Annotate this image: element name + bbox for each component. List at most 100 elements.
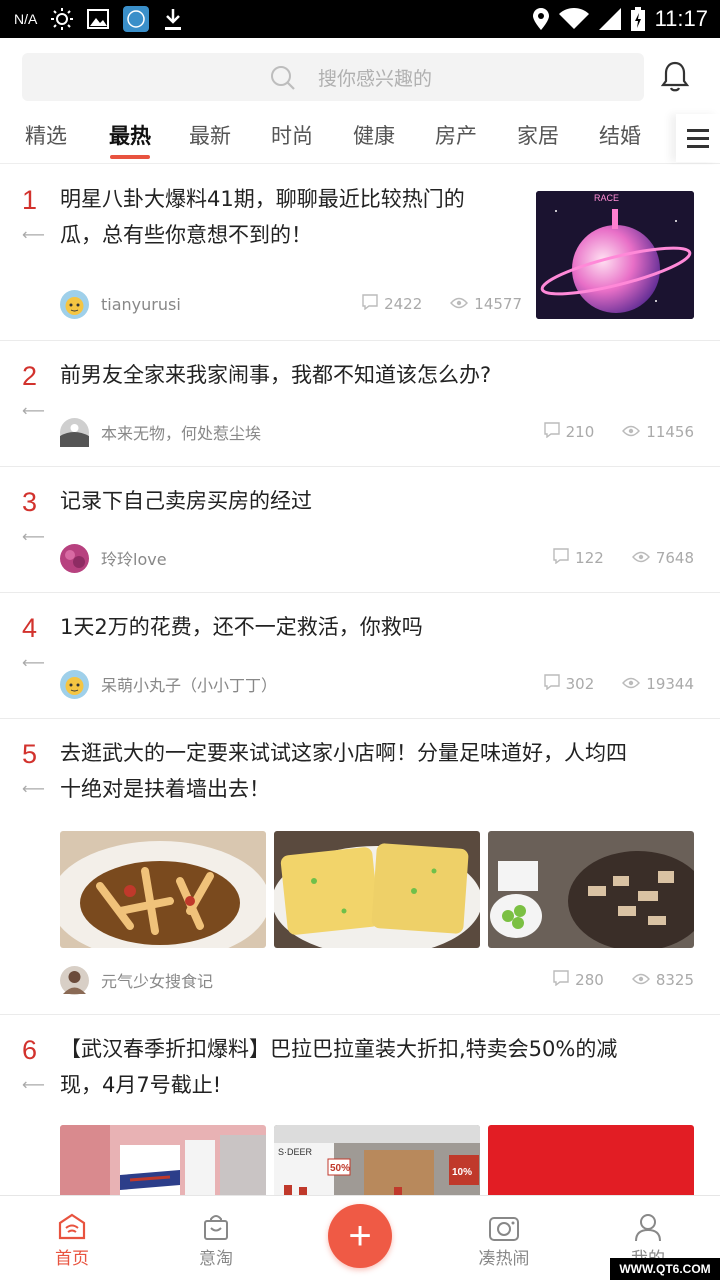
- post-title: 去逛武大的一定要来试试这家小店啊！分量足味道好，人均四 十绝对是扶着墙出去！: [60, 735, 700, 807]
- author-info[interactable]: 本来无物，何处惹尘埃: [60, 417, 261, 447]
- nav-yitao[interactable]: 意淘: [166, 1210, 266, 1269]
- rank-number: 5: [22, 739, 38, 769]
- tab-fangchan[interactable]: 房产: [420, 120, 492, 160]
- wifi-icon: [558, 8, 589, 30]
- view-count: 11456: [646, 423, 694, 441]
- feed-item-5[interactable]: 5 ⟵ 去逛武大的一定要来试试这家小店啊！分量足味道好，人均四 十绝对是扶着墙出…: [0, 719, 720, 1015]
- comment-icon: [553, 548, 569, 568]
- tab-zuixin[interactable]: 最新: [174, 120, 246, 160]
- nav-label: 凑热闹: [478, 1249, 530, 1269]
- feed-item-1[interactable]: 1 ⟵ 明星八卦大爆料41期，聊聊最近比较热门的 瓜，总有些你意想不到的！ ti…: [0, 165, 720, 341]
- rank-number: 1: [22, 185, 38, 215]
- nav-label: 意淘: [199, 1249, 233, 1269]
- brightness-icon: [51, 8, 74, 30]
- tab-jiehun[interactable]: 结婚: [584, 120, 656, 160]
- post-stats: 2422 14577: [362, 289, 522, 319]
- gallery-icon: [87, 9, 110, 29]
- comment-icon: [553, 970, 569, 990]
- thumbnail-text: RACE: [594, 193, 619, 203]
- eye-icon: [450, 295, 469, 313]
- nav-courenao[interactable]: 凑热闹: [454, 1210, 554, 1269]
- search-header: 搜你感兴趣的: [0, 38, 720, 114]
- left-arrow-icon: ⟵: [22, 653, 45, 672]
- feed-item-2[interactable]: 2 ⟵ 前男友全家来我家闹事，我都不知道该怎么办? 本来无物，何处惹尘埃 210…: [0, 341, 720, 467]
- store-sign-text: S·DEER: [278, 1147, 313, 1157]
- avatar: [60, 965, 89, 995]
- title-line: 1天2万的花费，还不一定救活，你救吗: [60, 615, 423, 639]
- tab-jiankang[interactable]: 健康: [338, 120, 410, 160]
- author-name: 本来无物，何处惹尘埃: [101, 424, 262, 443]
- feed-item-6[interactable]: 6 ⟵ 【武汉春季折扣爆料】巴拉巴拉童装大折扣,特卖会50%的减 现，4月7号截…: [0, 1015, 720, 1195]
- left-arrow-icon: ⟵: [22, 527, 45, 546]
- status-bar: N/A 11:17: [0, 0, 720, 38]
- left-arrow-icon: ⟵: [22, 225, 45, 244]
- rank-number: 4: [22, 613, 38, 643]
- post-title: 【武汉春季折扣爆料】巴拉巴拉童装大折扣,特卖会50%的减 现，4月7号截止!: [60, 1031, 700, 1103]
- left-arrow-icon: ⟵: [22, 401, 45, 420]
- post-image[interactable]: S·DEER 50% 10%: [274, 1125, 480, 1195]
- post-image[interactable]: [60, 1125, 266, 1195]
- rank-number: 3: [22, 487, 38, 517]
- tab-jiaju[interactable]: 家居: [502, 120, 574, 160]
- post-stats: 280 8325: [553, 965, 694, 995]
- view-count: 8325: [655, 971, 694, 989]
- rank-number: 6: [22, 1035, 38, 1065]
- title-line: 现，4月7号截止!: [60, 1073, 222, 1097]
- author-name: 呆萌小丸子（小小丁丁）: [101, 676, 278, 695]
- post-thumbnail[interactable]: RACE: [536, 191, 694, 319]
- comment-count: 302: [565, 675, 595, 693]
- post-image[interactable]: [488, 1125, 694, 1195]
- post-stats: 122 7648: [553, 543, 694, 573]
- post-image[interactable]: [274, 831, 480, 948]
- plus-icon[interactable]: +: [328, 1204, 392, 1268]
- search-input[interactable]: 搜你感兴趣的: [22, 53, 644, 101]
- carrier-label: N/A: [14, 11, 38, 27]
- post-title: 记录下自己卖房买房的经过: [60, 483, 700, 519]
- tab-zuire[interactable]: 最热: [94, 120, 166, 160]
- post-title: 1天2万的花费，还不一定救活，你救吗: [60, 609, 700, 645]
- title-line: 明星八卦大爆料41期，聊聊最近比较热门的: [60, 187, 465, 211]
- tab-shishang[interactable]: 时尚: [256, 120, 328, 160]
- location-icon: [532, 8, 549, 30]
- comment-icon: [543, 674, 560, 694]
- rank-number: 2: [22, 361, 38, 391]
- comment-count: 2422: [384, 295, 423, 313]
- post-title: 前男友全家来我家闹事，我都不知道该怎么办?: [60, 357, 700, 393]
- user-icon: [598, 1210, 698, 1244]
- feed-item-3[interactable]: 3 ⟵ 记录下自己卖房买房的经过 玲玲love 122 7648: [0, 467, 720, 593]
- active-tab-indicator: [110, 155, 150, 159]
- nav-home[interactable]: 首页: [22, 1210, 122, 1269]
- view-count: 14577: [474, 295, 522, 313]
- clock: 11:17: [654, 6, 708, 31]
- eye-icon: [631, 549, 650, 567]
- shopping-bag-icon: [166, 1210, 266, 1244]
- comment-count: 122: [575, 549, 604, 567]
- feed-item-4[interactable]: 4 ⟵ 1天2万的花费，还不一定救活，你救吗 呆萌小丸子（小小丁丁） 302 1…: [0, 593, 720, 719]
- watermark: WWW.QT6.COM: [610, 1258, 720, 1280]
- post-image[interactable]: [60, 831, 266, 948]
- menu-icon[interactable]: [676, 114, 720, 162]
- tab-jingxuan[interactable]: 精选: [10, 120, 82, 160]
- search-placeholder: 搜你感兴趣的: [318, 68, 433, 90]
- author-name: tianyurusi: [101, 294, 181, 314]
- post-image[interactable]: [488, 831, 694, 948]
- left-arrow-icon: ⟵: [22, 1075, 45, 1094]
- comment-count: 280: [575, 971, 604, 989]
- category-tabs: 精选 最热 最新 时尚 健康 房产 家居 结婚: [0, 114, 720, 164]
- author-info[interactable]: 玲玲love: [60, 543, 167, 573]
- view-count: 7648: [655, 549, 694, 567]
- post-stats: 302 19344: [543, 669, 694, 699]
- title-line: 前男友全家来我家闹事，我都不知道该怎么办?: [60, 363, 492, 387]
- hot-feed: 1 ⟵ 明星八卦大爆料41期，聊聊最近比较热门的 瓜，总有些你意想不到的！ ti…: [0, 165, 720, 1195]
- signal-icon: [598, 8, 621, 30]
- author-info[interactable]: 元气少女搜食记: [60, 965, 213, 995]
- discount-tag-text: 50%: [330, 1163, 350, 1174]
- bell-icon[interactable]: [660, 60, 690, 96]
- avatar: [60, 289, 89, 319]
- eye-icon: [622, 423, 641, 441]
- author-info[interactable]: 呆萌小丸子（小小丁丁）: [60, 669, 277, 699]
- camera-icon: [454, 1210, 554, 1244]
- title-line: 去逛武大的一定要来试试这家小店啊！分量足味道好，人均四: [60, 741, 627, 765]
- eye-icon: [631, 971, 650, 989]
- author-info[interactable]: tianyurusi: [60, 289, 181, 319]
